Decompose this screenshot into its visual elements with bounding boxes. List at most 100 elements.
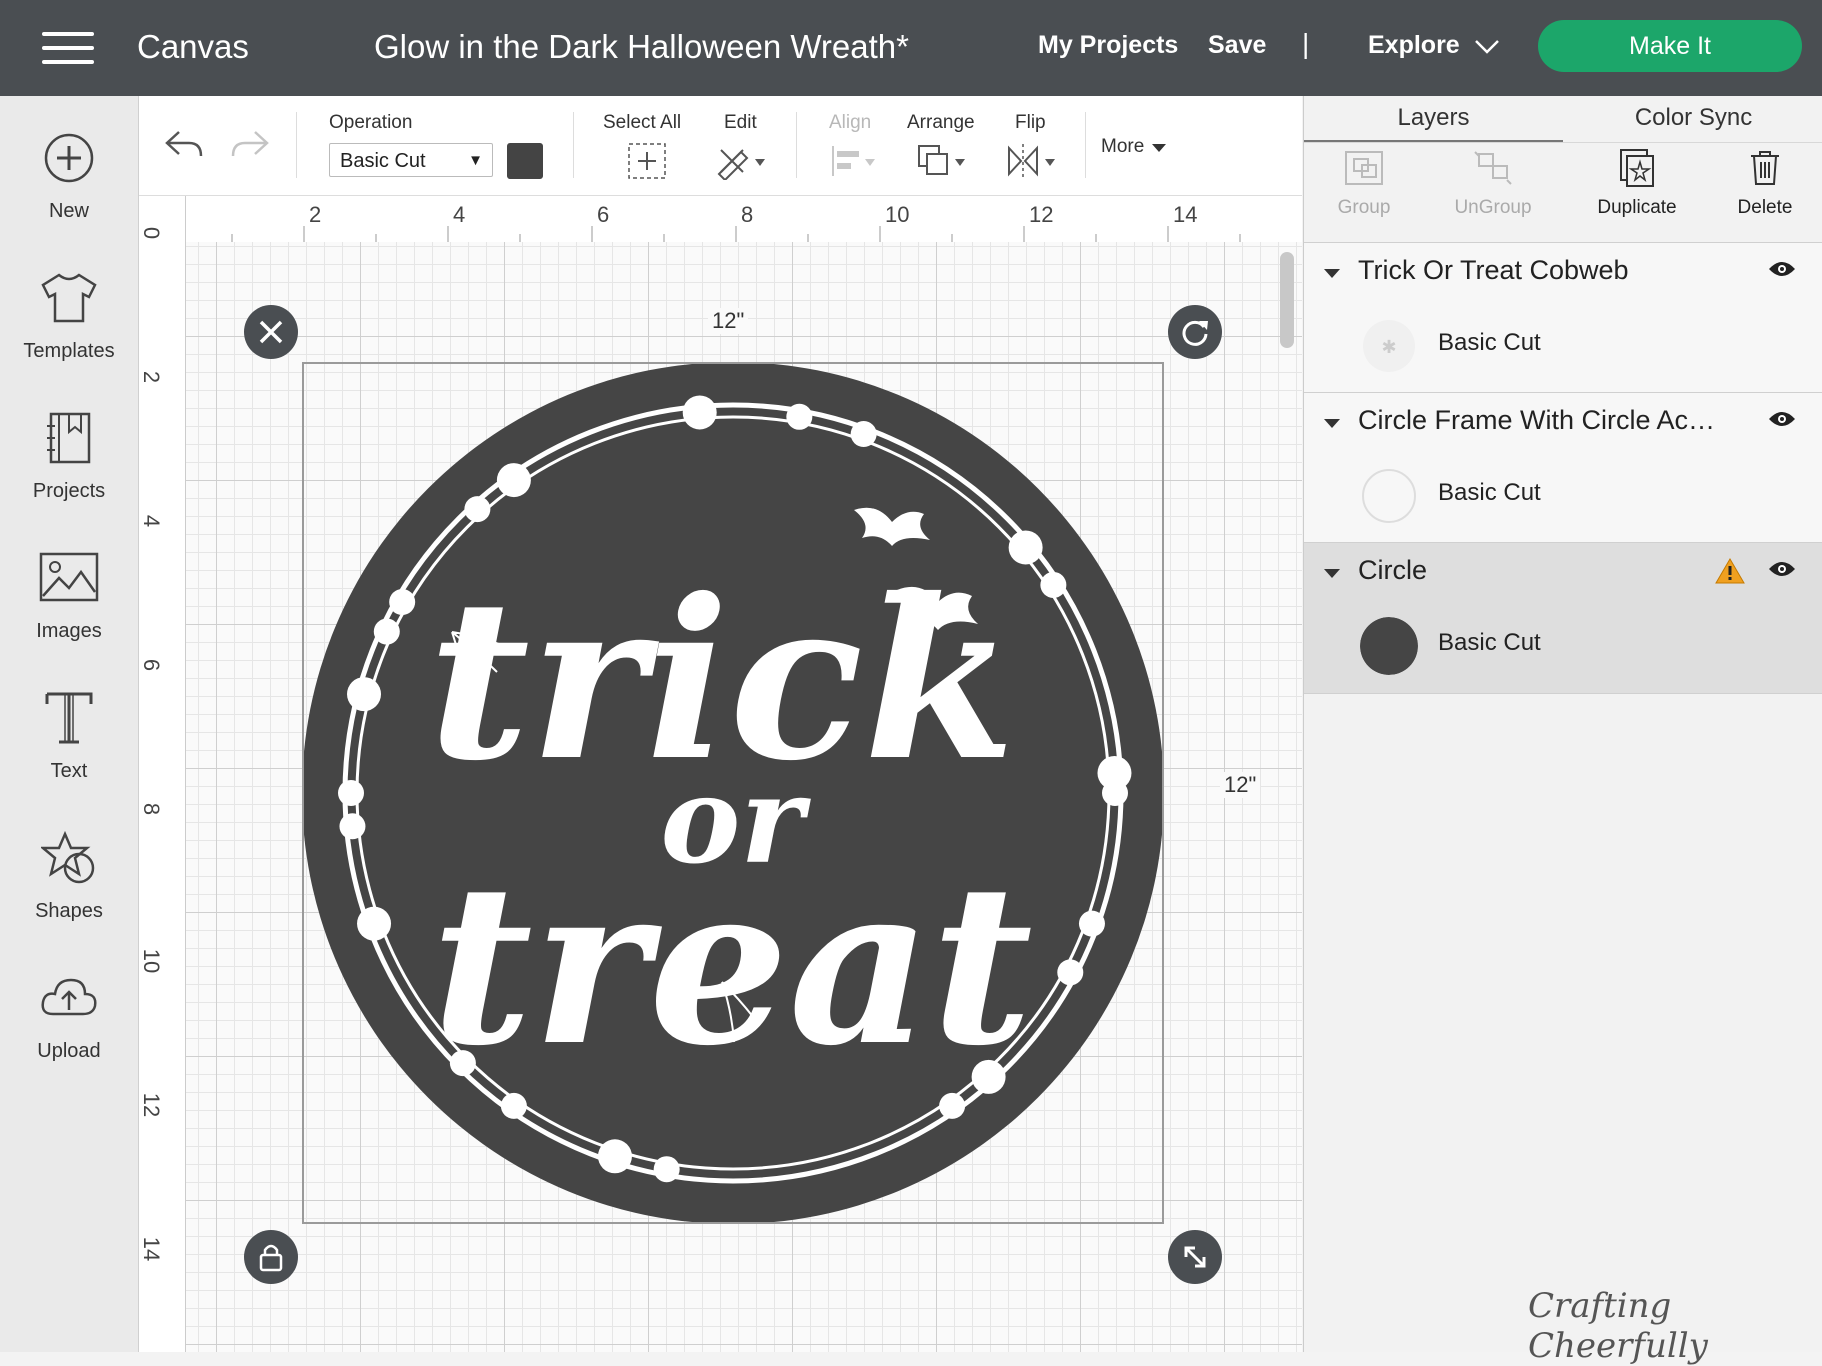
chevron-down-icon[interactable]: [1474, 38, 1500, 56]
ruler-tick: 2: [309, 202, 322, 227]
ruler-tick: 4: [453, 202, 466, 227]
duplicate-icon: [1620, 149, 1654, 187]
layer-name: Circle Frame With Circle Ac…: [1358, 405, 1716, 435]
sidebar-item-shapes[interactable]: Shapes: [0, 818, 138, 923]
operation-value: Basic Cut: [340, 150, 426, 172]
ungroup-label: UnGroup: [1454, 197, 1532, 218]
sidebar-item-label: Projects: [32, 480, 106, 502]
ruler-tick: 14: [139, 1236, 165, 1262]
chevron-down-icon[interactable]: [1151, 142, 1167, 154]
close-icon: [259, 320, 283, 344]
save-button[interactable]: Save: [1208, 31, 1266, 60]
more-menu[interactable]: More: [1101, 136, 1144, 158]
ungroup-button[interactable]: UnGroup: [1438, 148, 1548, 219]
layer-row[interactable]: Trick Or Treat Cobweb ✱ Basic Cut: [1304, 242, 1822, 393]
cloud-upload-icon: [41, 978, 97, 1016]
layer-row[interactable]: Circle Basic Cut: [1304, 542, 1822, 694]
operation-select[interactable]: Basic Cut ▼: [329, 143, 493, 177]
duplicate-button[interactable]: Duplicate: [1582, 148, 1692, 219]
ruler-horizontal: 2 4 6 8 10 12 14: [139, 196, 1302, 243]
undo-icon[interactable]: [163, 126, 205, 162]
ruler-tick: 2: [139, 370, 165, 384]
layer-thumbnail: [1360, 617, 1418, 675]
layer-operation: Basic Cut: [1438, 329, 1541, 356]
sidebar-item-images[interactable]: Images: [0, 538, 138, 643]
sidebar-item-label: Images: [36, 620, 102, 642]
operation-color-swatch[interactable]: [507, 143, 543, 179]
edit-tools-icon[interactable]: [713, 142, 769, 180]
eye-icon[interactable]: [1767, 559, 1797, 579]
sidebar-item-projects[interactable]: Projects: [0, 398, 138, 503]
redo-icon[interactable]: [229, 126, 271, 162]
align-label: Align: [829, 112, 872, 133]
layer-name: Trick Or Treat Cobweb: [1358, 255, 1629, 285]
width-dimension-label: 12": [708, 308, 749, 334]
layer-thumbnail: ✱: [1363, 320, 1415, 372]
select-all-label: Select All: [603, 112, 682, 133]
ruler-tick: 10: [885, 202, 910, 227]
collapse-caret-icon[interactable]: [1324, 569, 1340, 578]
ungroup-icon: [1474, 151, 1512, 185]
tab-color-sync[interactable]: Color Sync: [1564, 96, 1822, 140]
document-title[interactable]: Glow in the Dark Halloween Wreath*: [374, 28, 909, 66]
delete-label: Delete: [1737, 197, 1793, 218]
flip-label: Flip: [1015, 112, 1046, 133]
sidebar-item-upload[interactable]: Upload: [0, 958, 138, 1063]
lock-icon: [259, 1244, 283, 1272]
rotate-handle[interactable]: [1168, 305, 1222, 359]
svg-text:✱: ✱: [1381, 337, 1396, 358]
align-icon[interactable]: [829, 142, 879, 180]
explore-menu[interactable]: Explore: [1368, 31, 1460, 60]
separator: |: [1302, 28, 1310, 59]
collapse-caret-icon[interactable]: [1324, 419, 1340, 428]
layer-row[interactable]: Circle Frame With Circle Ac… Basic Cut: [1304, 392, 1822, 543]
top-bar: Canvas Glow in the Dark Halloween Wreath…: [0, 0, 1822, 96]
sidebar-item-label: Upload: [37, 1040, 101, 1062]
sidebar-item-label: Text: [50, 760, 88, 782]
bookmark-book-icon: [47, 412, 91, 464]
flip-icon[interactable]: [1005, 142, 1061, 180]
sidebar-item-templates[interactable]: Templates: [0, 258, 138, 363]
edit-label: Edit: [724, 112, 757, 133]
eye-icon[interactable]: [1767, 409, 1797, 429]
layer-operation: Basic Cut: [1438, 629, 1541, 656]
watermark: Crafting Cheerfully: [1528, 1286, 1708, 1366]
hamburger-menu-icon[interactable]: [42, 32, 94, 64]
ruler-tick: 14: [1173, 202, 1198, 227]
ruler-tick: 8: [139, 802, 165, 816]
app-name: Canvas: [137, 28, 249, 65]
collapse-caret-icon[interactable]: [1324, 269, 1340, 278]
tshirt-icon: [41, 273, 97, 323]
lock-handle[interactable]: [244, 1230, 298, 1284]
sidebar-item-new[interactable]: New: [0, 118, 138, 223]
image-icon: [39, 552, 99, 602]
tab-layers[interactable]: Layers: [1304, 96, 1563, 143]
my-projects-link[interactable]: My Projects: [1038, 31, 1178, 60]
operation-label: Operation: [329, 112, 413, 133]
layer-name: Circle: [1358, 555, 1428, 585]
edit-toolbar: Operation Basic Cut ▼ Select All Edit Al…: [139, 96, 1302, 196]
canvas-scrollbar[interactable]: [1280, 252, 1294, 348]
layer-operation: Basic Cut: [1438, 479, 1541, 506]
ruler-tick: 6: [139, 658, 165, 672]
make-it-button[interactable]: Make It: [1538, 20, 1802, 72]
eye-icon[interactable]: [1767, 259, 1797, 279]
group-button[interactable]: Group: [1309, 148, 1419, 219]
warning-icon[interactable]: [1715, 557, 1745, 585]
resize-handle[interactable]: [1168, 1230, 1222, 1284]
ruler-tick: 8: [741, 202, 754, 227]
sidebar-item-text[interactable]: Text: [0, 678, 138, 783]
rotate-icon: [1182, 320, 1208, 346]
plus-circle-icon: [44, 133, 94, 183]
ruler-tick: 12: [139, 1092, 165, 1118]
sidebar-item-label: Templates: [23, 340, 115, 362]
select-all-icon[interactable]: [627, 142, 667, 180]
ruler-tick: 4: [139, 514, 165, 528]
group-icon: [1345, 151, 1383, 185]
delete-button[interactable]: Delete: [1710, 148, 1820, 219]
arrange-icon[interactable]: [915, 142, 971, 180]
delete-handle[interactable]: [244, 305, 298, 359]
layer-thumbnail: [1362, 469, 1416, 523]
group-label: Group: [1337, 197, 1391, 218]
dropdown-arrow-icon: ▼: [468, 152, 483, 169]
